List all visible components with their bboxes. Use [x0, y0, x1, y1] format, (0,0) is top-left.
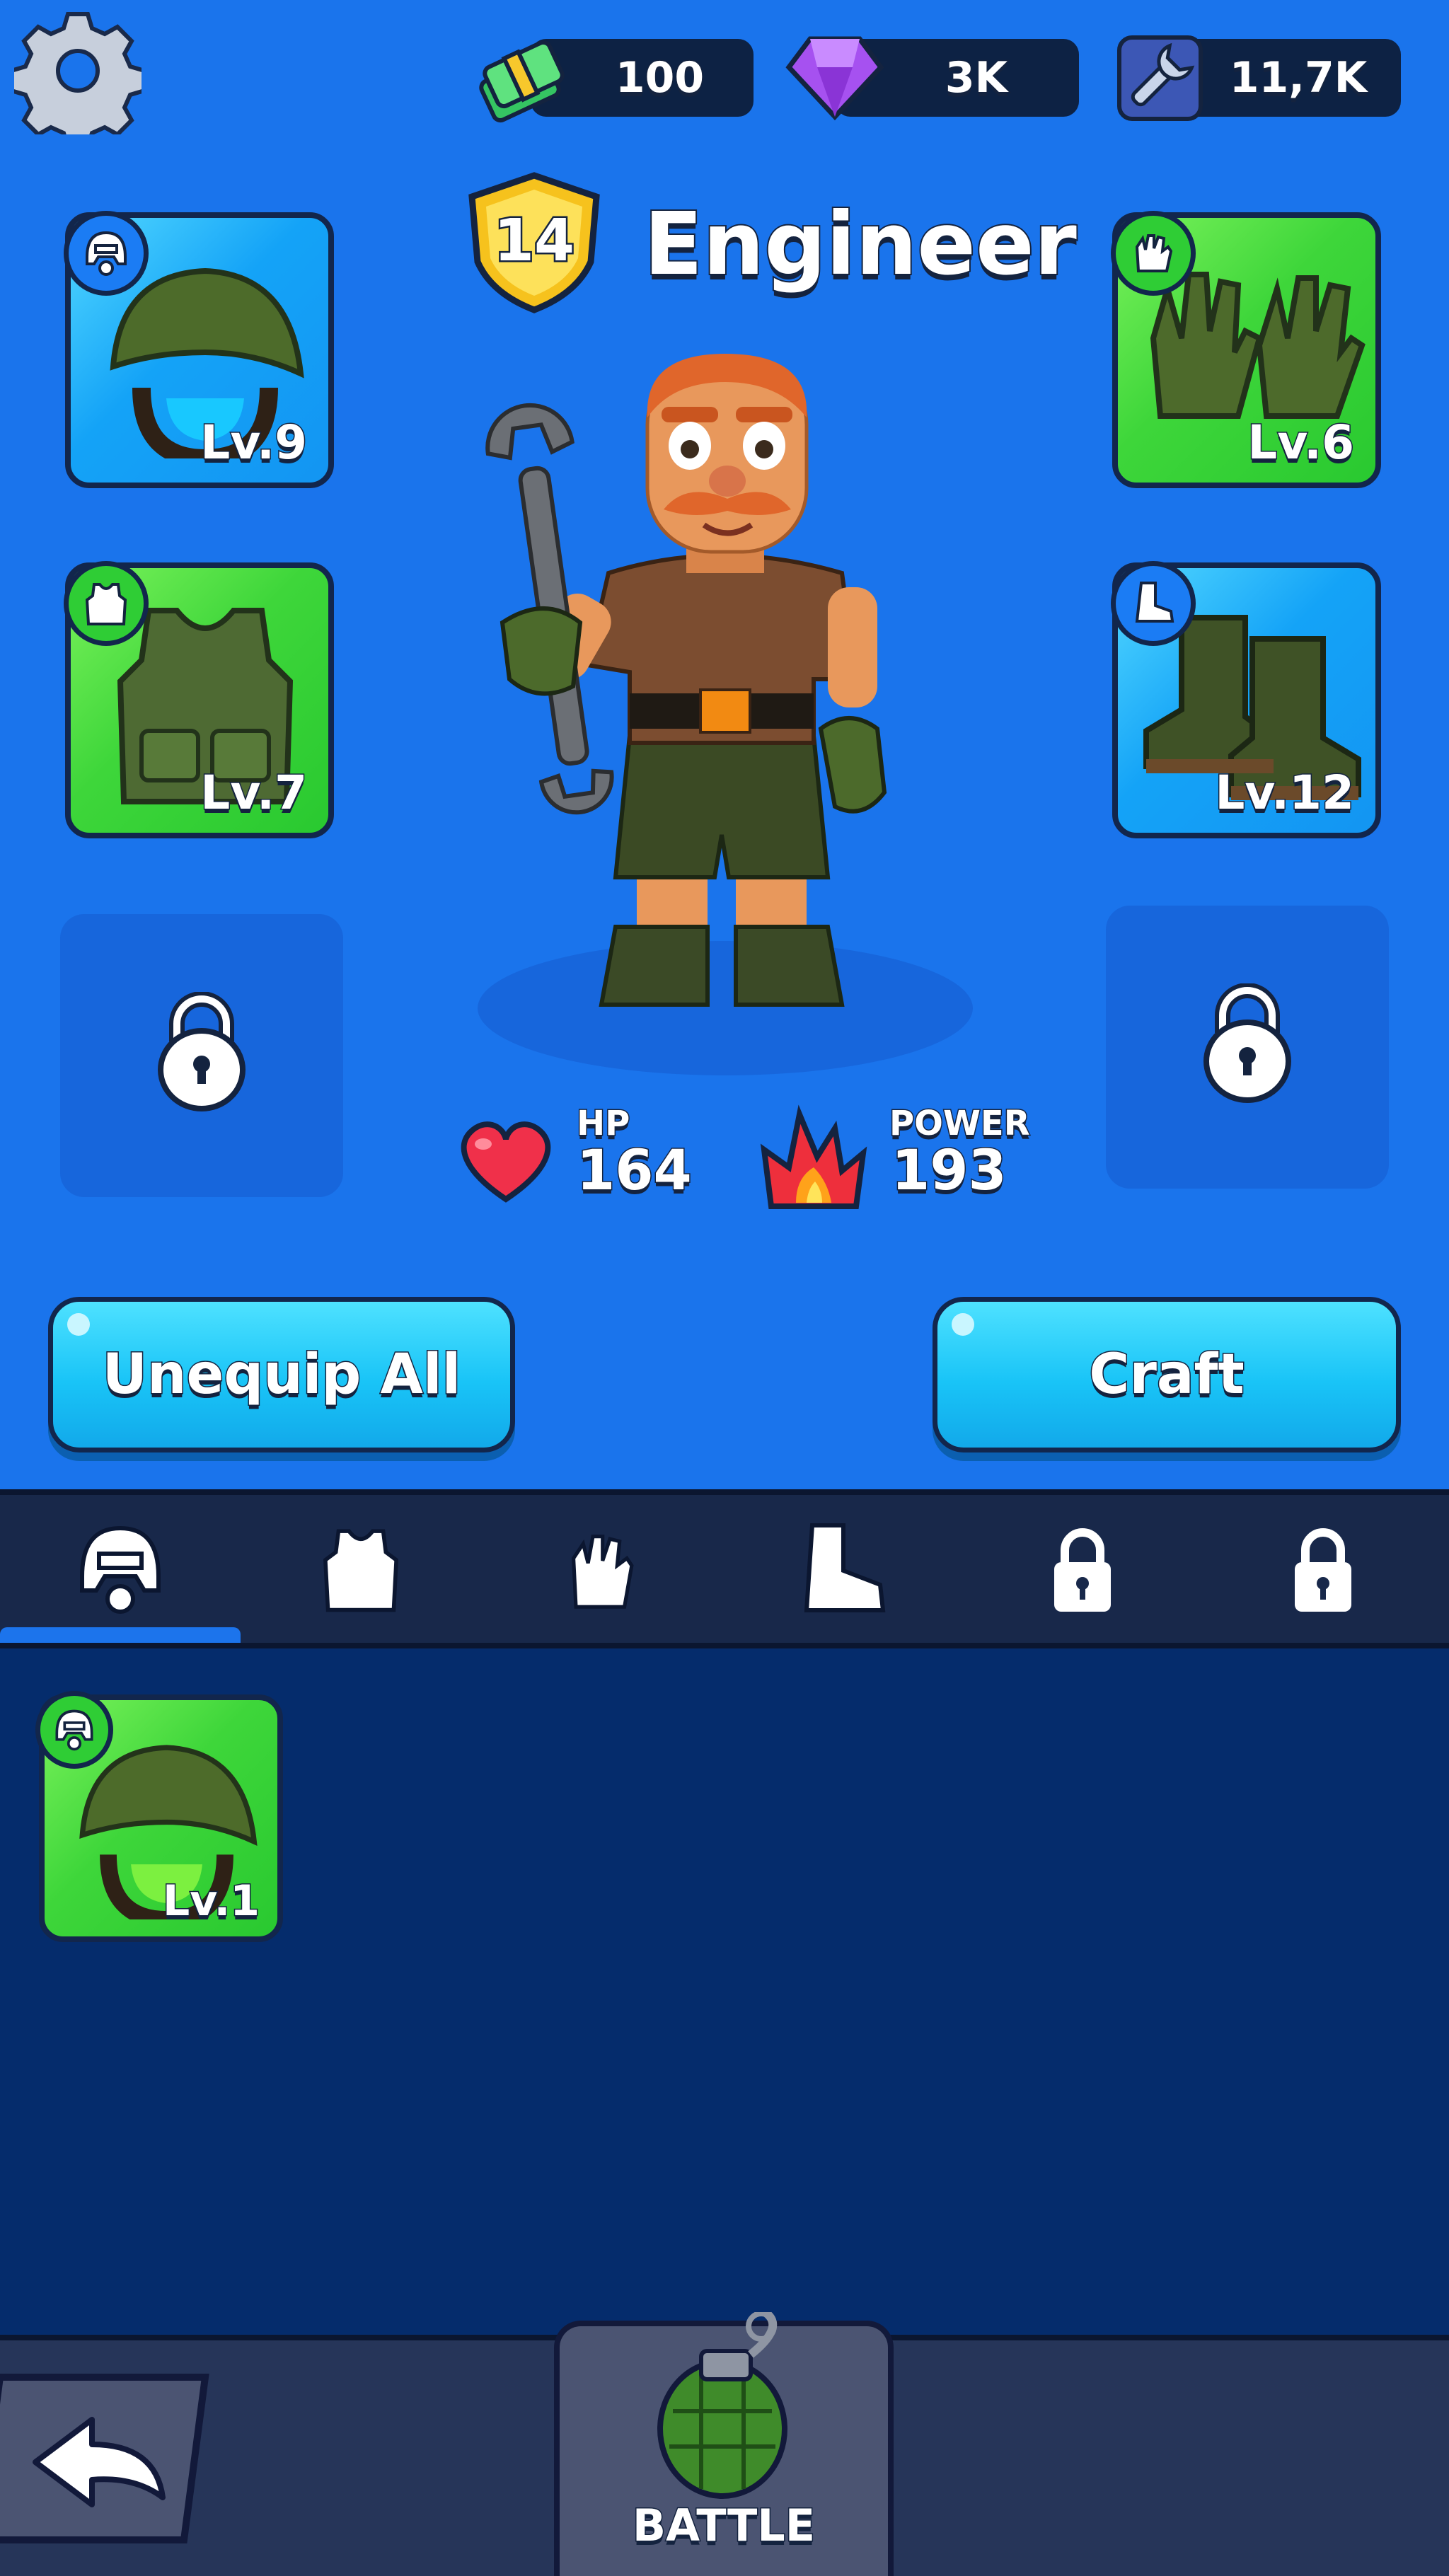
glove-icon: [571, 1534, 634, 1609]
heart-icon: [456, 1114, 555, 1206]
power-flame-icon: [757, 1100, 870, 1213]
hero-level-badge: 14: [463, 170, 605, 315]
boots-level: Lv.12: [1214, 765, 1356, 821]
glove-icon: [1111, 211, 1196, 296]
battle-label: BATTLE: [631, 2499, 816, 2553]
tab-locked-1[interactable]: [962, 1495, 1203, 1643]
hp-value: 164: [576, 1138, 693, 1204]
back-button[interactable]: [0, 2370, 233, 2547]
tab-helmet[interactable]: [0, 1495, 241, 1643]
hero-name: Engineer: [642, 192, 1078, 296]
helmet-icon: [80, 1525, 161, 1614]
craft-button[interactable]: Craft: [933, 1297, 1401, 1452]
tab-vest[interactable]: [241, 1495, 481, 1643]
vest-level: Lv.7: [200, 765, 308, 821]
lock-icon: [1295, 1527, 1351, 1612]
boot-icon: [804, 1523, 886, 1612]
active-tab-indicator: [0, 1627, 241, 1643]
unequip-all-button[interactable]: Unequip All: [48, 1297, 515, 1452]
equipment-category-tabs: [0, 1489, 1449, 1648]
vest-icon: [323, 1528, 399, 1612]
lock-icon: [1203, 983, 1291, 1103]
unequip-all-label: Unequip All: [101, 1342, 462, 1408]
parts-value: 11,7K: [1228, 52, 1368, 104]
vest-icon: [64, 561, 149, 646]
settings-gear-icon[interactable]: [9, 7, 146, 149]
inventory-item-level: Lv.1: [162, 1876, 261, 1927]
inventory-grid: Lv.1: [0, 1648, 1449, 2342]
gloves-level: Lv.6: [1247, 415, 1356, 471]
helmet-icon: [64, 211, 149, 296]
cash-stack-icon: [474, 28, 570, 127]
helmet-icon: [35, 1691, 113, 1769]
craft-label: Craft: [1088, 1342, 1246, 1408]
locked-slot-left[interactable]: [60, 914, 343, 1197]
purple-gem-icon: [782, 28, 888, 124]
battle-button[interactable]: BATTLE: [554, 2312, 894, 2576]
button-shine: [67, 1313, 90, 1336]
tab-gloves[interactable]: [481, 1495, 722, 1643]
lock-icon: [158, 992, 246, 1111]
tab-boots[interactable]: [722, 1495, 962, 1643]
boot-icon: [1111, 561, 1196, 646]
lock-icon: [1054, 1527, 1111, 1612]
wrench-icon: [1116, 34, 1204, 122]
locked-slot-right[interactable]: [1106, 906, 1389, 1189]
power-label: POWER: [889, 1103, 1032, 1145]
tab-locked-2[interactable]: [1203, 1495, 1443, 1643]
gems-value: 3K: [944, 52, 1008, 104]
cash-value: 100: [614, 52, 705, 104]
grenade-icon: [657, 2312, 787, 2499]
button-shine: [952, 1313, 974, 1336]
hero-level-value: 14: [494, 207, 575, 275]
power-value: 193: [891, 1138, 1008, 1204]
helmet-level: Lv.9: [200, 415, 308, 471]
engineer-character: [474, 340, 983, 1082]
hp-label: HP: [575, 1103, 630, 1145]
